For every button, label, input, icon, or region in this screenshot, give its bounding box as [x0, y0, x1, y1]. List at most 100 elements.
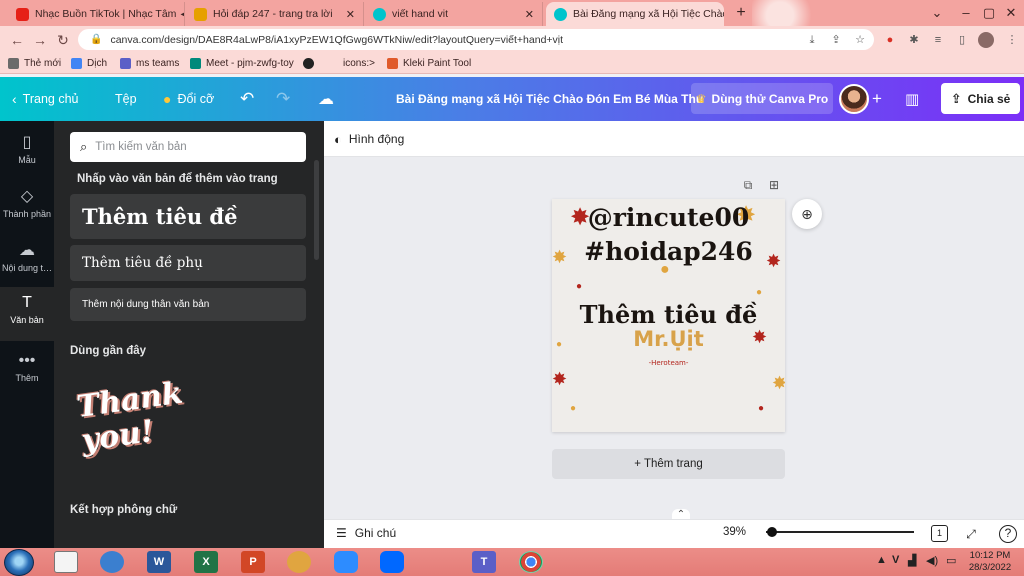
profile-avatar-icon[interactable]: [978, 32, 994, 48]
network-icon[interactable]: ▟: [908, 554, 916, 567]
tab-viet-hand-vit[interactable]: viết hand vit ✕: [365, 2, 543, 26]
tab-title: viết hand vit: [392, 8, 449, 20]
tray-expand-icon[interactable]: ▲: [876, 554, 887, 566]
add-heading-button[interactable]: Thêm tiêu đề: [70, 194, 306, 239]
forward-icon[interactable]: →: [31, 31, 49, 49]
recent-text-thank-you[interactable]: Thank you!: [75, 376, 185, 470]
upload-cloud-icon: ☁: [19, 242, 35, 259]
taskbar-paint-icon[interactable]: [54, 551, 78, 573]
zoom-slider-handle[interactable]: [767, 527, 777, 537]
design-text-heading[interactable]: Thêm tiêu đề: [552, 300, 785, 329]
system-clock[interactable]: 10:12 PM 28/3/2022: [962, 550, 1018, 574]
rail-item-templates[interactable]: ▯ Mẫu: [0, 127, 54, 177]
add-subheading-button[interactable]: Thêm tiêu đề phụ: [70, 245, 306, 281]
close-icon[interactable]: ✕: [519, 8, 534, 21]
rail-item-elements[interactable]: ◇ Thành phần: [0, 181, 54, 231]
resize-label: Đổi cỡ: [177, 92, 215, 106]
redo-icon[interactable]: ↷: [276, 77, 290, 121]
design-text-team[interactable]: -Heroteam-: [552, 359, 785, 367]
close-icon[interactable]: ✕: [340, 8, 355, 21]
start-button[interactable]: [4, 549, 34, 576]
bookmark-meet[interactable]: Meet - pjm-zwfg-toy: [190, 55, 294, 71]
maximize-icon[interactable]: ▢: [978, 3, 1000, 23]
taskbar-globe-icon[interactable]: [100, 551, 124, 573]
back-icon[interactable]: ←: [8, 31, 26, 49]
rail-item-uploads[interactable]: ☁ Nội dung t…: [0, 235, 54, 285]
taskbar-teams-icon[interactable]: T: [472, 551, 496, 573]
extensions-icon[interactable]: ✱: [906, 32, 922, 48]
save-page-icon[interactable]: ⤓: [804, 32, 820, 48]
tab-tiktok-music[interactable]: Nhạc Buồn TikTok | Nhạc Tâm ◀) ✕: [8, 2, 185, 26]
document-title[interactable]: Bài Đăng mạng xã Hội Tiệc Chào Đón Em Bé…: [396, 77, 703, 121]
taskbar-chrome-icon[interactable]: [519, 551, 543, 573]
resize-button[interactable]: ● Đổi cỡ: [163, 77, 214, 121]
taskbar-word-icon[interactable]: W: [147, 551, 171, 573]
battery-icon[interactable]: ▭: [946, 554, 956, 567]
tray-vpn-icon[interactable]: V: [892, 554, 899, 566]
text-search-input[interactable]: ⌕ Tìm kiếm văn bản: [70, 132, 306, 162]
help-icon[interactable]: ?: [999, 525, 1017, 543]
zoom-level[interactable]: 39%: [723, 526, 746, 538]
share-label: Chia sẻ: [967, 91, 1011, 106]
duplicate-page-icon[interactable]: ⧉: [740, 177, 756, 193]
insights-chart-icon[interactable]: ▥: [905, 77, 919, 121]
taskbar-powerpoint-icon[interactable]: P: [241, 551, 265, 573]
home-button[interactable]: ‹ Trang chủ: [12, 77, 79, 121]
recently-used-heading: Dùng gần đây: [70, 345, 147, 357]
add-page-button[interactable]: + Thêm trang: [552, 449, 785, 479]
add-comment-button[interactable]: ⊕: [792, 199, 822, 229]
design-text-brand[interactable]: Mr.Ụịt: [552, 327, 785, 351]
share-button[interactable]: ⇪ Chia sẻ: [941, 83, 1020, 114]
tab-hoidap247[interactable]: Hỏi đáp 247 - trang tra lời ✕: [186, 2, 364, 26]
bookmark-translate[interactable]: Dịch: [71, 55, 107, 71]
opera-extension-icon[interactable]: ●: [882, 32, 898, 48]
bookmark-icons[interactable]: icons:>: [303, 55, 375, 71]
side-panel-icon[interactable]: ▯: [954, 32, 970, 48]
audio-icon[interactable]: ◀): [180, 9, 184, 20]
cloud-save-icon[interactable]: ☁: [318, 77, 334, 121]
zoom-slider[interactable]: [766, 531, 914, 533]
clock-time: 10:12 PM: [969, 550, 1011, 561]
bookmark-new-tab[interactable]: Thẻ mới: [8, 55, 61, 71]
taskbar-zoom-icon[interactable]: [334, 551, 358, 573]
tab-search-icon[interactable]: ⌄: [926, 3, 948, 23]
reading-list-icon[interactable]: ≡: [930, 32, 946, 48]
rail-item-text[interactable]: T Văn bản: [0, 287, 54, 341]
taskbar-zalo-icon[interactable]: [380, 551, 404, 573]
design-text-username[interactable]: @rincute00: [552, 203, 785, 232]
volume-icon[interactable]: ◀): [926, 554, 938, 567]
animate-button[interactable]: ◐ Hình động: [334, 129, 404, 149]
fullscreen-icon[interactable]: ⤢: [961, 524, 981, 544]
rail-label: Nội dung t…: [1, 263, 53, 273]
taskbar-leaf-app-icon[interactable]: [287, 551, 311, 573]
tab-canva-design[interactable]: Bài Đăng mạng xã Hội Tiệc Chào ✕: [546, 2, 724, 26]
undo-icon[interactable]: ↶: [240, 77, 254, 121]
icons-bookmark-icon: [303, 57, 314, 69]
bookmark-star-icon[interactable]: ☆: [852, 32, 868, 48]
design-text-hashtag[interactable]: #hoidap246: [552, 237, 785, 266]
reload-icon[interactable]: ↻: [54, 31, 72, 49]
share-page-icon[interactable]: ⇪: [828, 32, 844, 48]
new-tab-button[interactable]: +: [731, 3, 751, 23]
hoidap-favicon-icon: [194, 7, 207, 21]
try-canva-pro-button[interactable]: ♛ Dùng thử Canva Pro: [691, 83, 833, 114]
crown-icon: ♛: [695, 91, 707, 106]
add-body-text-button[interactable]: Thêm nội dung thân văn bản: [70, 288, 306, 321]
add-collaborator-button[interactable]: +: [872, 77, 882, 121]
address-bar[interactable]: 🔒 canva.com/design/DAE8R4aLwP8/iA1xyPzEW…: [78, 29, 874, 50]
panel-scrollbar[interactable]: [314, 160, 319, 260]
file-menu-button[interactable]: Tệp: [115, 77, 137, 121]
design-page[interactable]: ✸ ✸ ✸ ✸ ● ● ● ✸ ✸ ✸ ● ● ● @rincute00 #ho…: [552, 199, 785, 432]
notes-button[interactable]: ☰ Ghi chú: [336, 524, 396, 542]
user-avatar[interactable]: [839, 84, 869, 114]
close-window-icon[interactable]: ✕: [1000, 3, 1022, 23]
minimize-icon[interactable]: –: [955, 3, 977, 23]
bookmark-ms-teams[interactable]: ms teams: [120, 55, 179, 71]
tab-title: Hỏi đáp 247 - trang tra lời: [213, 8, 333, 20]
bookmark-kleki[interactable]: Kleki Paint Tool: [387, 55, 471, 71]
taskbar-excel-icon[interactable]: X: [194, 551, 218, 573]
page-count-button[interactable]: 1: [931, 525, 948, 542]
add-page-icon[interactable]: ⊞: [766, 177, 782, 193]
rail-item-more[interactable]: ••• Thêm: [0, 345, 54, 395]
browser-menu-icon[interactable]: ⋮: [1004, 32, 1020, 48]
